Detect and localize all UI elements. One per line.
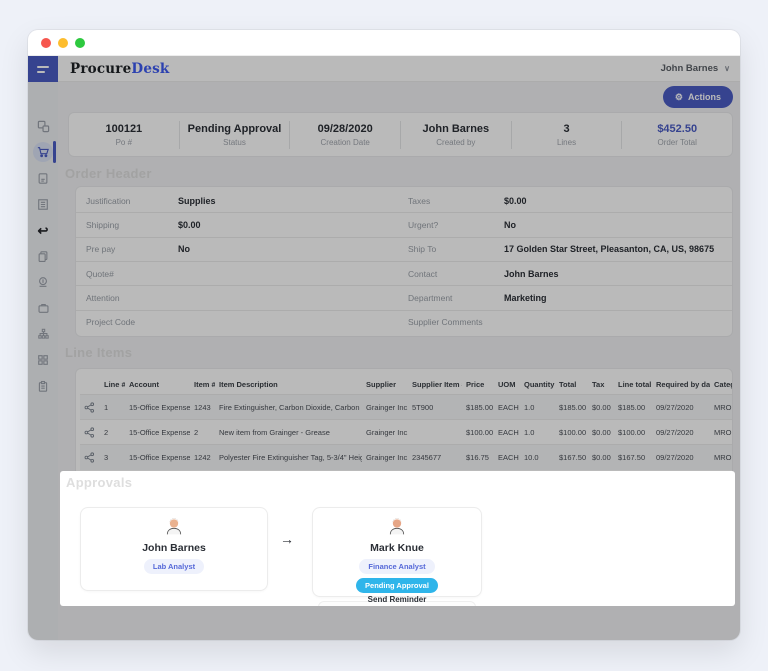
approver-avatar — [164, 516, 184, 541]
pending-approval-badge: Pending Approval — [356, 578, 438, 593]
approver-name: John Barnes — [81, 542, 267, 554]
macos-titlebar — [28, 30, 740, 56]
approvals-panel: Approvals John Barnes Lab Analyst → — [60, 471, 735, 606]
approval-step-card: Mark Knue Finance Analyst Pending Approv… — [312, 507, 482, 597]
approver-name: Mark Knue — [313, 542, 481, 554]
minimize-button[interactable] — [58, 38, 68, 48]
send-reminder-link[interactable]: Send Reminder — [313, 595, 481, 604]
approval-step-card: John Barnes Lab Analyst — [80, 507, 268, 591]
approver-role-badge: Finance Analyst — [359, 559, 434, 574]
app-window: ↩ — [28, 30, 740, 640]
close-button[interactable] — [41, 38, 51, 48]
approver-avatar — [387, 516, 407, 541]
approvals-heading: Approvals — [66, 475, 729, 490]
flow-arrow-icon: → — [276, 531, 298, 547]
approver-role-badge: Lab Analyst — [144, 559, 204, 574]
zoom-button[interactable] — [75, 38, 85, 48]
